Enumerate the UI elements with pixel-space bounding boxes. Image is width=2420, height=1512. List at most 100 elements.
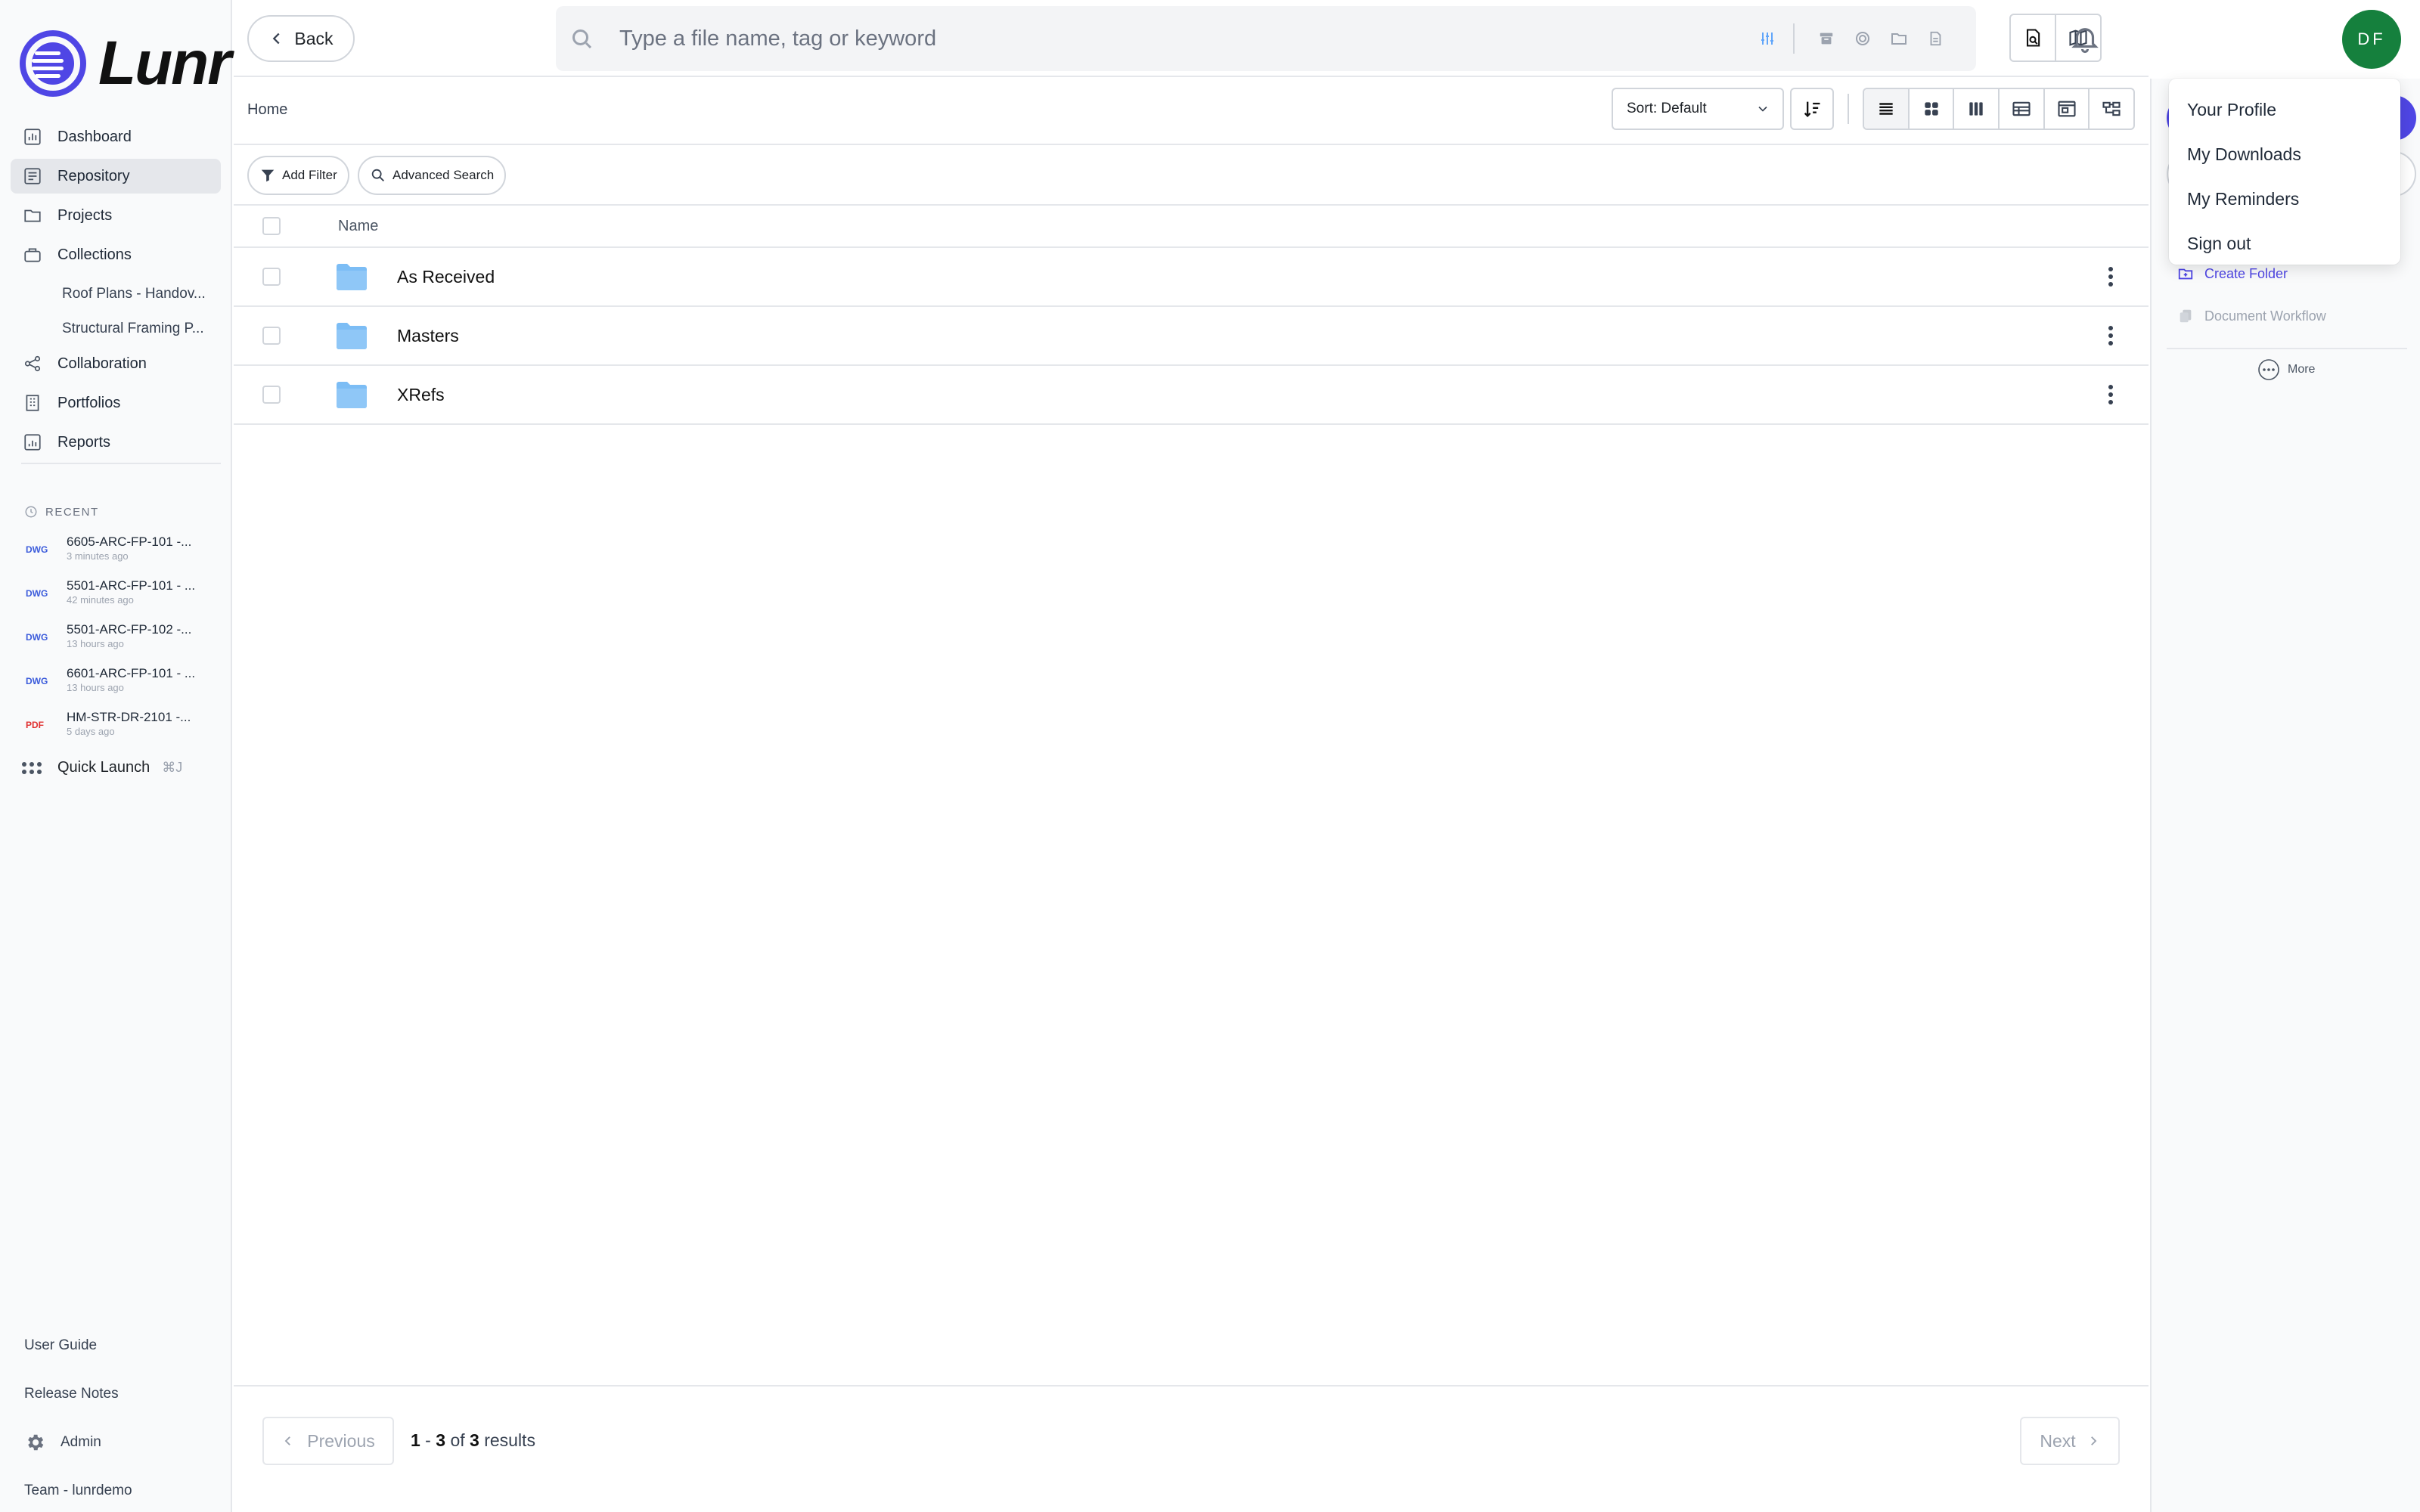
advanced-search-label: Advanced Search <box>392 168 495 182</box>
admin-label: Admin <box>60 1434 101 1450</box>
folder-icon <box>337 323 367 349</box>
folder-filter-icon[interactable] <box>1884 23 1914 54</box>
tree-view-button[interactable] <box>2090 89 2133 129</box>
grid-dots-icon <box>22 761 42 774</box>
sort-direction-button[interactable] <box>1790 88 1834 130</box>
report-icon <box>24 434 41 451</box>
sidebar-item-label: Dashboard <box>57 128 132 145</box>
sidebar-item-collections[interactable]: Collections <box>11 237 221 272</box>
briefcase-icon <box>24 248 41 262</box>
content-area: Home Sort: Default Add Filter Advanced S… <box>234 79 2149 1385</box>
table-header: Name <box>234 206 2149 248</box>
user-guide-link[interactable]: User Guide <box>24 1321 132 1370</box>
toolbar-divider <box>1848 94 1849 124</box>
menu-item-my-reminders[interactable]: My Reminders <box>2169 177 2400 222</box>
search-bar <box>556 6 1976 71</box>
more-button[interactable]: More <box>2257 358 2315 381</box>
more-vertical-icon[interactable] <box>2102 322 2120 349</box>
folder-name[interactable]: As Received <box>397 267 495 287</box>
team-switcher[interactable]: Team - lunrdemo <box>24 1467 132 1512</box>
right-panel: Create Folder Document Workflow More <box>2150 79 2420 1512</box>
chevron-left-icon <box>284 1436 291 1445</box>
recent-file-name: 6605-ARC-FP-101 -... <box>67 534 192 549</box>
sidebar-item-projects[interactable]: Projects <box>11 198 221 233</box>
row-checkbox[interactable] <box>262 327 281 345</box>
recent-file-time: 13 hours ago <box>67 682 124 693</box>
list-icon <box>1879 103 1893 115</box>
sidebar-item-portfolios[interactable]: Portfolios <box>11 386 221 420</box>
menu-item-your-profile[interactable]: Your Profile <box>2169 88 2400 132</box>
sort-select[interactable]: Sort: Default <box>1612 88 1784 130</box>
sidebar-item-collaboration[interactable]: Collaboration <box>11 346 221 381</box>
table-row[interactable]: Masters <box>234 307 2149 366</box>
quick-launch-label: Quick Launch <box>57 759 150 776</box>
panel-divider <box>2167 348 2407 349</box>
recent-file[interactable]: DWG 6601-ARC-FP-101 - ... 13 hours ago <box>26 665 222 709</box>
recent-file-name: HM-STR-DR-2101 -... <box>67 710 191 724</box>
row-checkbox[interactable] <box>262 386 281 404</box>
bell-icon[interactable] <box>2069 23 2101 54</box>
previous-label: Previous <box>307 1430 375 1451</box>
table-row[interactable]: XRefs <box>234 366 2149 425</box>
target-icon[interactable] <box>1848 23 1878 54</box>
breadcrumb[interactable]: Home <box>247 101 287 119</box>
dwg-icon: DWG <box>26 588 48 599</box>
avatar[interactable]: DF <box>2342 10 2401 69</box>
toolbar-border <box>234 144 2149 145</box>
sidebar-item-reports[interactable]: Reports <box>11 425 221 460</box>
recent-file[interactable]: DWG 6605-ARC-FP-101 -... 3 minutes ago <box>26 534 222 578</box>
share-icon <box>24 355 41 372</box>
document-search-button[interactable] <box>2011 15 2056 60</box>
sort-label: Sort: Default <box>1627 101 1707 116</box>
next-page-button[interactable]: Next <box>2020 1417 2120 1465</box>
folder-name[interactable]: XRefs <box>397 385 445 405</box>
admin-link[interactable]: Admin <box>24 1418 132 1467</box>
sidebar-item-label: Collections <box>57 246 132 263</box>
table-view-button[interactable] <box>2000 89 2045 129</box>
collection-item[interactable]: Structural Framing P... <box>11 311 221 346</box>
search-input[interactable] <box>619 26 1746 51</box>
column-header-name[interactable]: Name <box>338 218 378 235</box>
menu-item-my-downloads[interactable]: My Downloads <box>2169 132 2400 177</box>
folder-icon <box>337 382 367 408</box>
folder-plus-icon <box>2178 268 2193 280</box>
add-filter-button[interactable]: Add Filter <box>247 156 349 195</box>
app-logo[interactable]: Lunr <box>18 27 231 100</box>
more-vertical-icon[interactable] <box>2102 381 2120 408</box>
recent-file[interactable]: DWG 5501-ARC-FP-101 - ... 42 minutes ago <box>26 578 222 621</box>
document-filter-icon[interactable] <box>1920 23 1950 54</box>
preview-icon <box>2057 101 2076 117</box>
recent-file[interactable]: PDF HM-STR-DR-2101 -... 5 days ago <box>26 709 222 753</box>
back-label: Back <box>294 28 334 48</box>
sidebar-item-dashboard[interactable]: Dashboard <box>11 119 221 154</box>
back-button[interactable]: Back <box>247 15 355 62</box>
next-label: Next <box>2040 1430 2076 1451</box>
select-all-checkbox[interactable] <box>262 217 281 235</box>
sidebar-divider <box>21 463 221 464</box>
quick-launch-button[interactable]: Quick Launch ⌘J <box>21 759 182 776</box>
view-switcher <box>1863 88 2135 130</box>
release-notes-link[interactable]: Release Notes <box>24 1370 132 1418</box>
menu-item-sign-out[interactable]: Sign out <box>2169 222 2400 266</box>
document-workflow-button[interactable]: Document Workflow <box>2177 301 2326 331</box>
preview-view-button[interactable] <box>2045 89 2090 129</box>
table-icon <box>2012 101 2031 116</box>
more-vertical-icon[interactable] <box>2102 263 2120 290</box>
columns-view-button[interactable] <box>1954 89 2000 129</box>
grid-view-button[interactable] <box>1910 89 1955 129</box>
tree-icon <box>2102 101 2121 116</box>
collection-item[interactable]: Roof Plans - Handov... <box>11 277 221 311</box>
table-row[interactable]: As Received <box>234 248 2149 307</box>
previous-page-button[interactable]: Previous <box>262 1417 394 1465</box>
pdf-icon: PDF <box>26 720 44 730</box>
sidebar-item-repository[interactable]: Repository <box>11 159 221 194</box>
archive-icon[interactable] <box>1811 23 1841 54</box>
search-tools-divider <box>1793 23 1795 54</box>
recent-file[interactable]: DWG 5501-ARC-FP-102 -... 13 hours ago <box>26 621 222 665</box>
recent-file-name: 5501-ARC-FP-101 - ... <box>67 578 196 593</box>
list-view-button[interactable] <box>1864 89 1910 129</box>
filter-sliders-icon[interactable] <box>1752 23 1782 54</box>
folder-name[interactable]: Masters <box>397 326 459 346</box>
advanced-search-button[interactable]: Advanced Search <box>358 156 507 195</box>
row-checkbox[interactable] <box>262 268 281 286</box>
